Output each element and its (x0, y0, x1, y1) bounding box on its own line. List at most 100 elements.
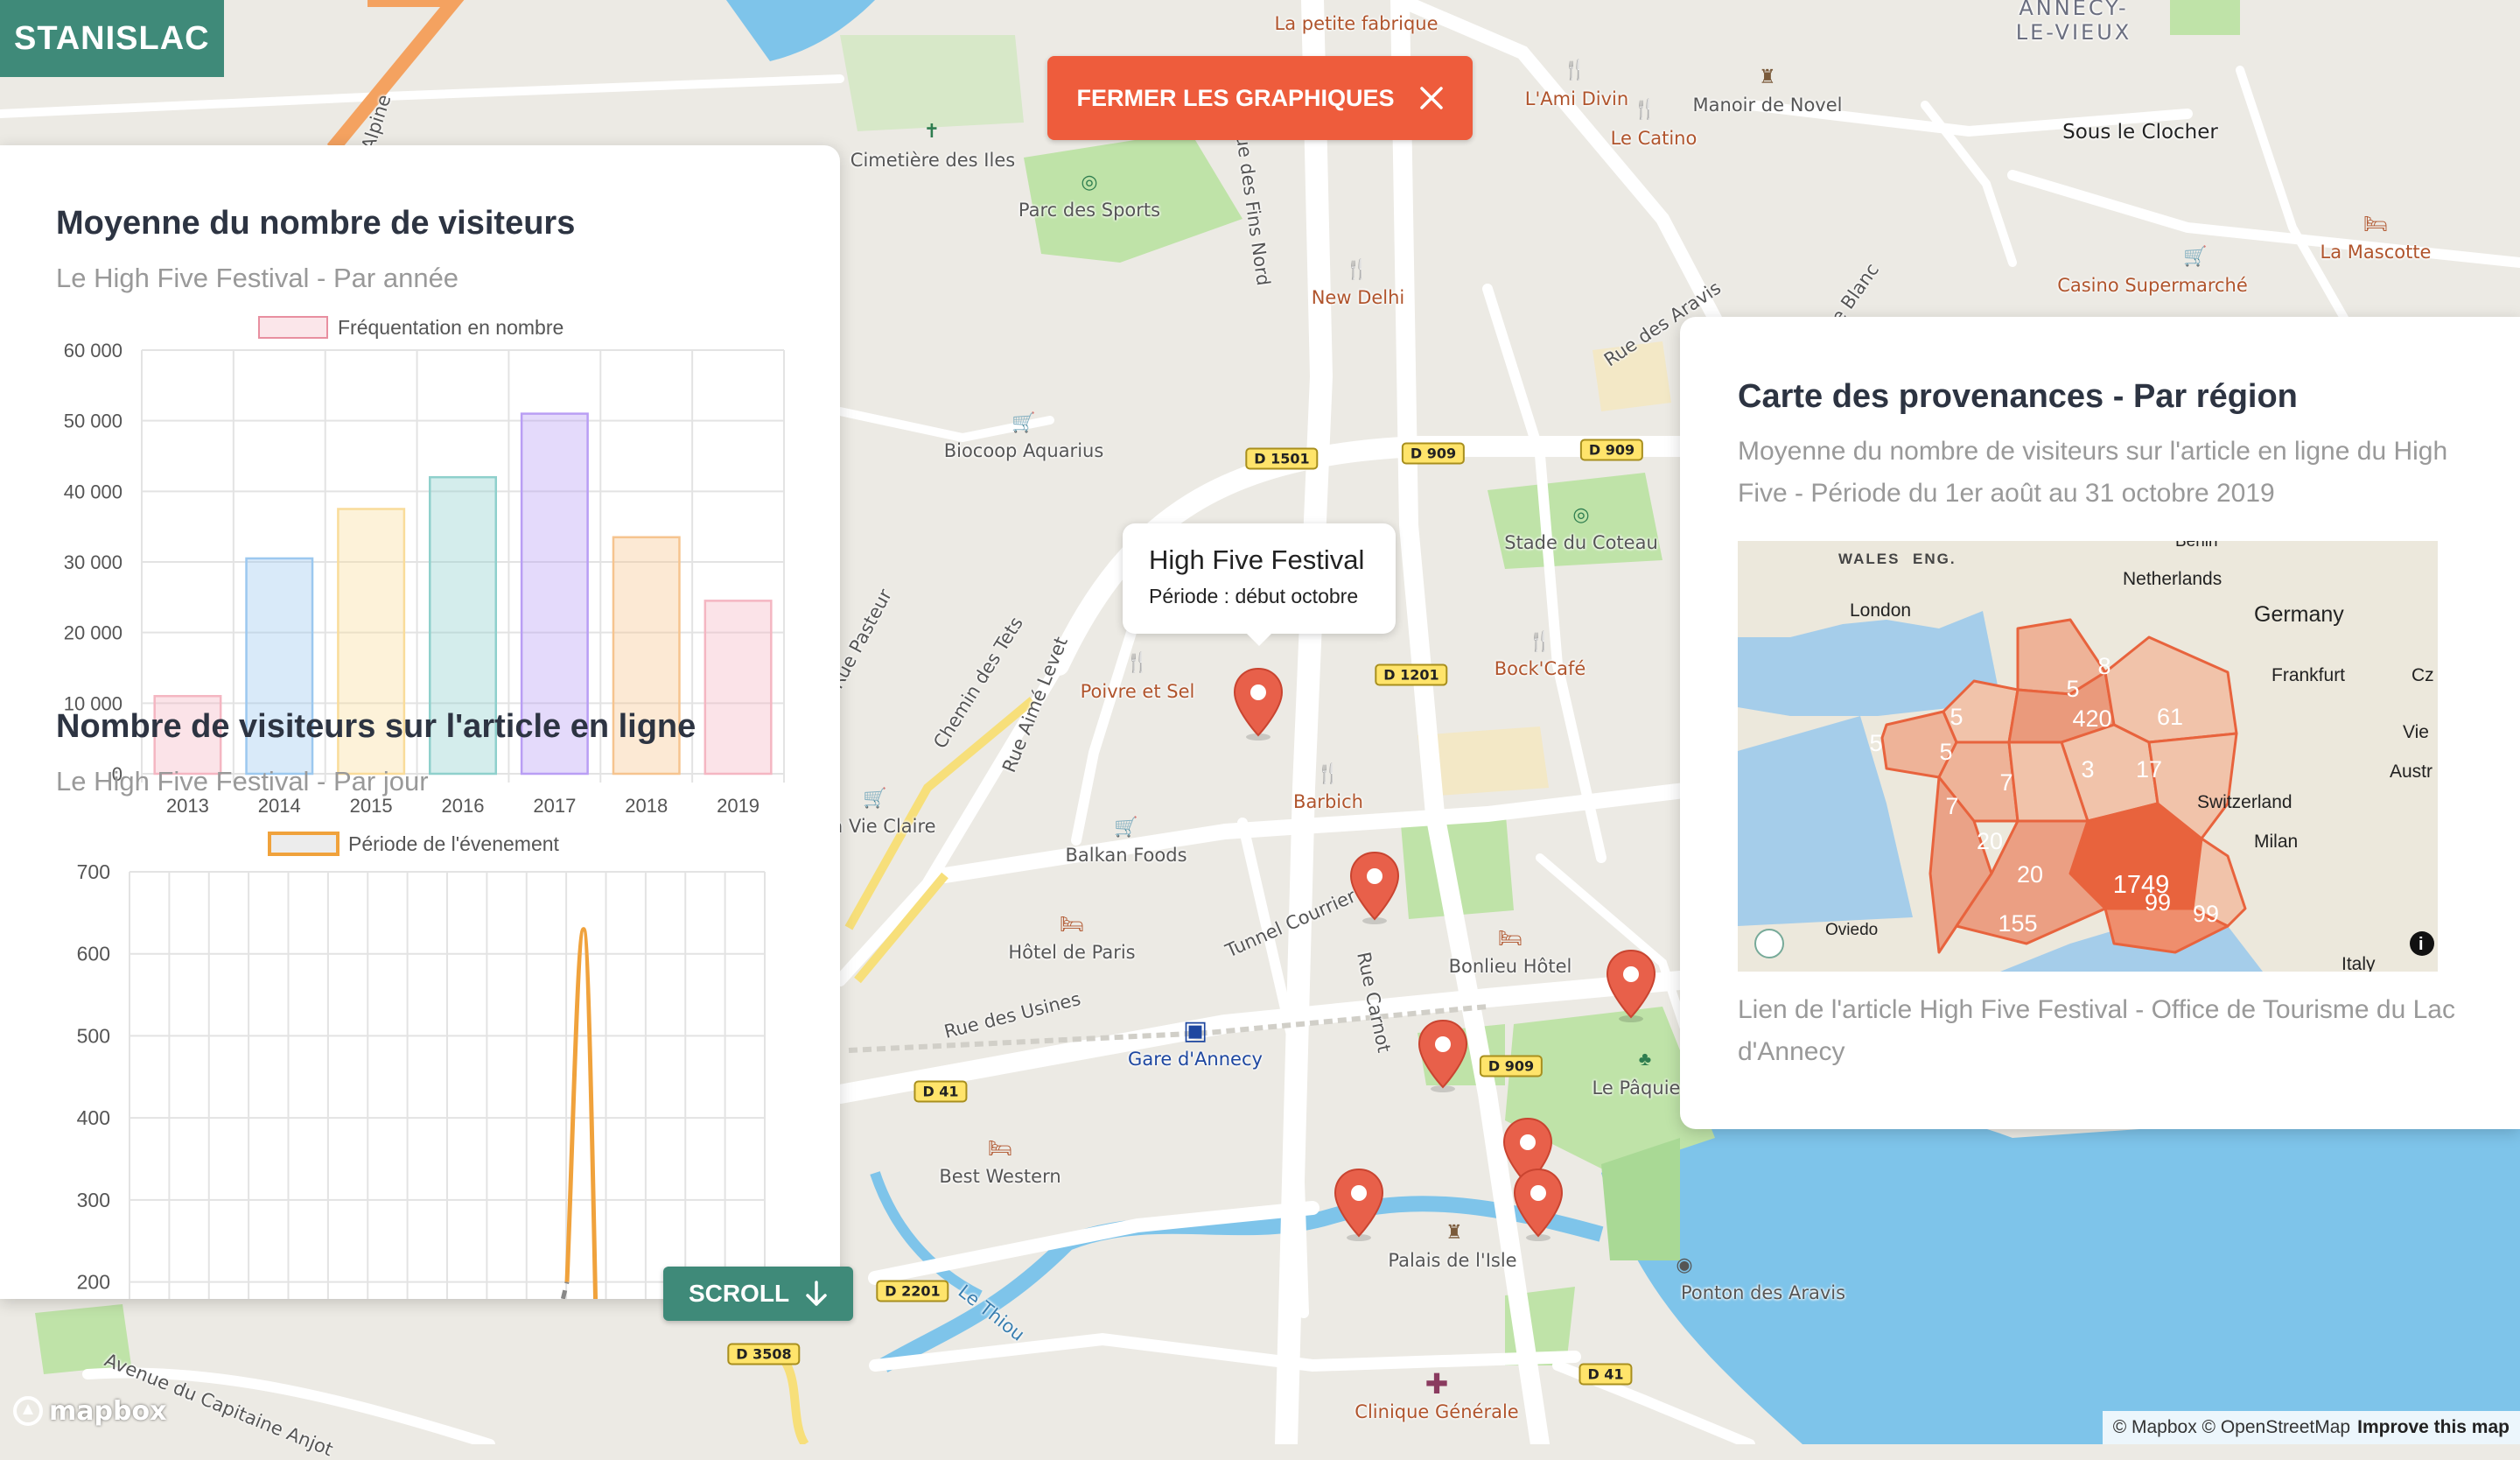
map-label[interactable]: Gare d'Annecy (1128, 1049, 1263, 1070)
bed-icon[interactable]: 🛏 (2363, 214, 2388, 234)
map-label[interactable]: Cimetière des Iles (850, 150, 1015, 171)
origins-link[interactable]: Lien de l'article High Five Festival - O… (1738, 989, 2455, 1073)
svg-text:i: i (2418, 935, 2424, 954)
cemetery-icon[interactable]: ✝ (924, 122, 940, 141)
line-chart: Période de l'évenement 700 600 500 400 300 200… (77, 832, 766, 1299)
map-label[interactable]: a Vie Claire (831, 816, 935, 837)
popup-tip (1245, 632, 1273, 646)
y-tick-label: 500 (77, 1024, 110, 1047)
fork-knife-icon[interactable]: 🍴 (1345, 260, 1368, 279)
monument-icon[interactable]: ♜ (1446, 1223, 1463, 1242)
bed-icon[interactable]: 🛏 (1498, 929, 1522, 948)
map-label[interactable]: Stade du Coteau (1504, 532, 1658, 553)
map-label[interactable]: Palais de l'Isle (1388, 1250, 1516, 1271)
map-label[interactable]: Parc des Sports (1018, 200, 1160, 221)
map-label[interactable]: Best Western (939, 1166, 1060, 1187)
bed-icon[interactable]: 🛏 (1060, 915, 1084, 934)
origins-map[interactable]: 1749 420 155 99 99 61 20 20 17 8 7 7 5 5 5 5 3 WALES ENG… (1738, 541, 2438, 972)
mapbox-logo-icon[interactable] (1754, 929, 1784, 958)
mapbox-logo[interactable]: mapbox (12, 1395, 166, 1427)
arrow-down-icon (806, 1281, 827, 1306)
event-marker[interactable] (1416, 1019, 1470, 1094)
region-value: 7 (1945, 793, 1958, 819)
map-label[interactable]: Le Catino (1611, 128, 1698, 149)
cart-icon[interactable]: 🛒 (2183, 247, 2207, 266)
map-label[interactable]: New Delhi (1312, 287, 1405, 308)
map-label[interactable]: Barbich (1293, 791, 1363, 812)
region-value: 17 (2136, 756, 2162, 783)
fork-knife-icon[interactable]: 🍴 (1316, 764, 1340, 783)
fork-knife-icon[interactable]: 🍴 (1633, 100, 1656, 119)
origins-panel[interactable]: Carte des provenances - Par région Moyen… (1680, 317, 2520, 1129)
x-tick-label: 2017 (533, 795, 576, 817)
map-label[interactable]: La Mascotte (2320, 242, 2432, 263)
road-badge: D 909 (1401, 442, 1466, 465)
cart-icon[interactable]: 🛒 (863, 789, 886, 808)
event-marker[interactable] (1231, 667, 1285, 742)
map-label[interactable]: Poivre et Sel (1081, 681, 1195, 702)
map-label[interactable]: Manoir de Novel (1693, 95, 1843, 116)
road-badge: D 1501 (1245, 447, 1319, 470)
region-value: 99 (2193, 901, 2219, 927)
cart-icon[interactable]: 🛒 (1012, 413, 1035, 432)
series-line (564, 927, 598, 1299)
map-label: ANNECY- (2019, 0, 2129, 20)
scroll-button[interactable]: SCROLL (663, 1267, 853, 1321)
fork-knife-icon[interactable]: 🍴 (1125, 653, 1149, 672)
event-marker[interactable] (1348, 851, 1402, 926)
train-icon[interactable]: ▣ (1183, 1018, 1208, 1044)
map-label[interactable]: Clinique Générale (1354, 1401, 1518, 1422)
road-badge: D 3508 (727, 1343, 801, 1365)
series-line-dashed (560, 1281, 570, 1299)
y-tick-label: 60 000 (64, 340, 122, 361)
monument-icon[interactable]: ♜ (1759, 67, 1776, 87)
chart2-subtitle: Le High Five Festival - Par jour (56, 766, 429, 797)
bed-icon[interactable]: 🛏 (988, 1139, 1012, 1158)
road-badge: D 1201 (1375, 663, 1448, 686)
cart-icon[interactable]: 🛒 (1114, 818, 1138, 837)
event-marker[interactable] (1604, 949, 1658, 1024)
camera-icon[interactable]: ◉ (1676, 1255, 1692, 1274)
improve-map-link[interactable]: Improve this map (2357, 1411, 2510, 1444)
map-label: LE-VIEUX (2015, 20, 2132, 45)
y-tick-label: 50 000 (64, 411, 122, 432)
map-label[interactable]: La petite fabrique (1274, 13, 1438, 34)
park-icon[interactable]: ♣ (1639, 1049, 1651, 1069)
chart2-title: Nombre de visiteurs sur l'article en lig… (56, 708, 696, 745)
fork-knife-icon[interactable]: 🍴 (1528, 632, 1551, 651)
map-label[interactable]: Ponton des Aravis (1681, 1282, 1845, 1303)
x-tick-label: 2018 (625, 795, 668, 817)
event-marker[interactable] (1332, 1168, 1386, 1243)
map-label: Milan (2254, 832, 2298, 852)
region-value: 5 (2066, 676, 2079, 702)
map-label[interactable]: Bonlieu Hôtel (1449, 956, 1572, 977)
y-tick-label: 20 000 (64, 622, 122, 644)
y-tick-label: 200 (77, 1271, 110, 1294)
map-label[interactable]: Bock'Café (1494, 658, 1586, 679)
brand-logo[interactable]: STANISLAC (0, 0, 224, 77)
fork-knife-icon[interactable]: 🍴 (1563, 60, 1586, 80)
popup-subtitle: Période : début octobre (1149, 585, 1359, 607)
marker-popup[interactable]: High Five Festival Période : début octob… (1123, 523, 1396, 646)
hospital-icon[interactable]: ✚ (1425, 1370, 1449, 1398)
map-label[interactable]: L'Ami Divin (1525, 88, 1628, 109)
stadium-icon[interactable]: ◎ (1572, 505, 1589, 524)
close-charts-button[interactable]: FERMER LES GRAPHIQUES (1047, 56, 1473, 140)
x-tick-label: 2013 (166, 795, 209, 817)
legend-swatch (258, 316, 328, 339)
map-label[interactable]: Hôtel de Paris (1008, 942, 1135, 963)
map-label: Italy (2342, 954, 2376, 972)
region-value: 20 (2017, 861, 2043, 888)
attribution-text[interactable]: © Mapbox © OpenStreetMap (2113, 1411, 2350, 1444)
legend-label: Fréquentation en nombre (338, 316, 564, 339)
region-choropleth[interactable]: 174942015599 99612020178775 5553 WALES ENG… (1738, 541, 2438, 972)
map-label[interactable]: Balkan Foods (1065, 845, 1186, 866)
charts-panel[interactable]: Moyenne du nombre de visiteurs Le High F… (0, 145, 840, 1299)
road-badge: D 909 (1479, 1055, 1544, 1077)
map-label[interactable]: Biocoop Aquarius (944, 440, 1104, 461)
map-label[interactable]: Casino Supermarché (2057, 275, 2248, 296)
map-attribution[interactable]: © Mapbox © OpenStreetMap Improve this ma… (2102, 1411, 2520, 1444)
event-marker[interactable] (1511, 1168, 1565, 1243)
map-label: Frankfurt (2272, 665, 2345, 685)
stadium-icon[interactable]: ◎ (1081, 172, 1097, 192)
